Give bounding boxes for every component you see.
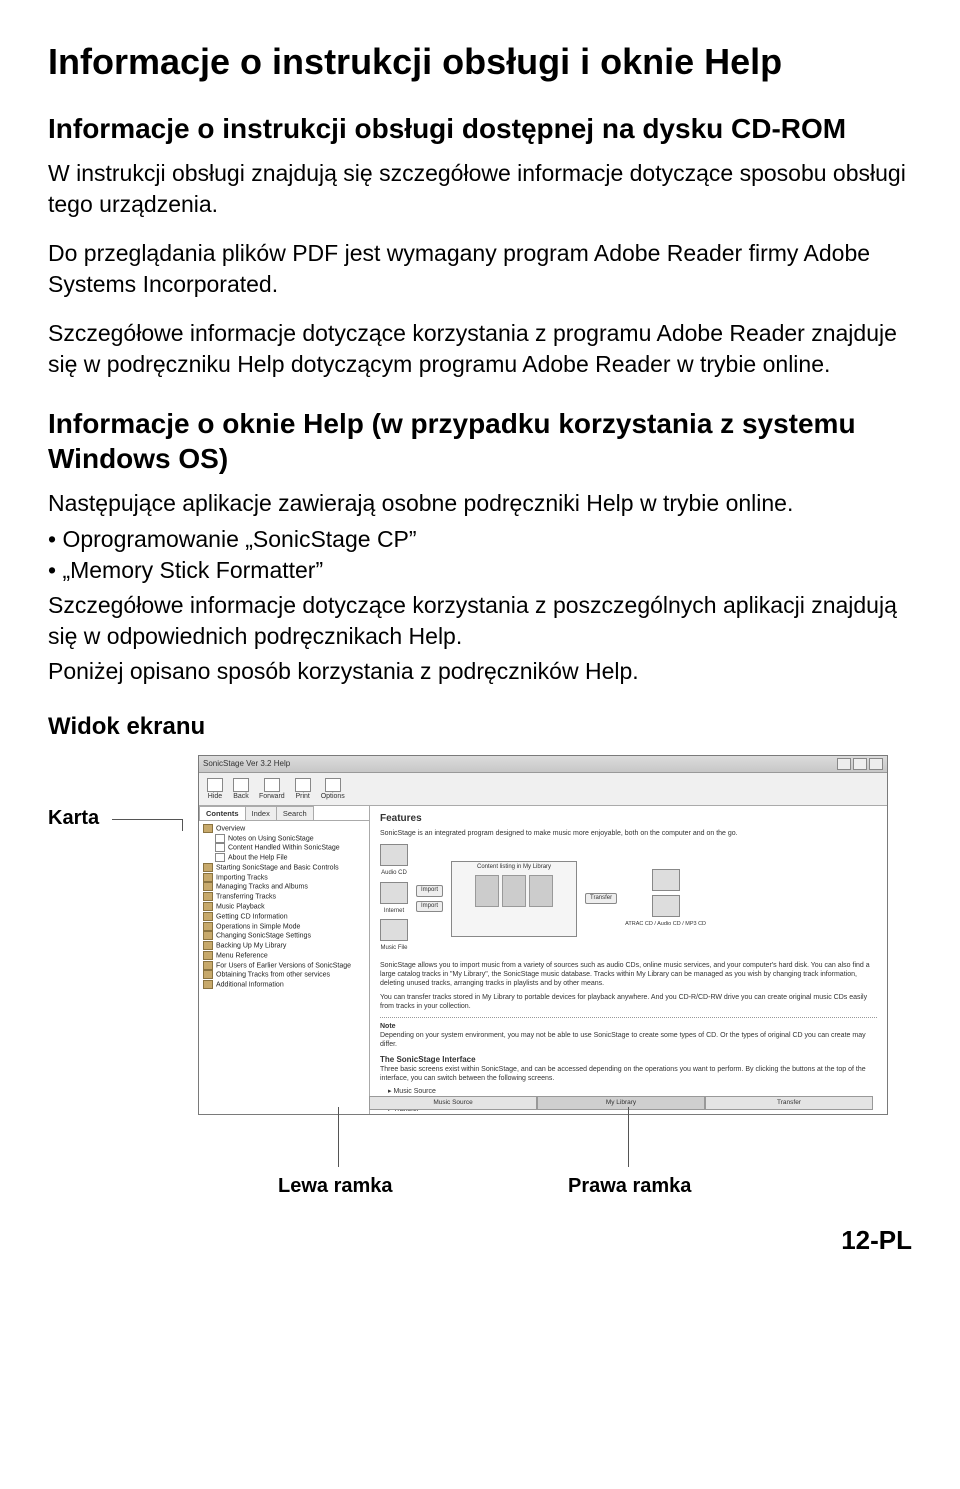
tree-item[interactable]: Notes on Using SonicStage [215, 834, 365, 844]
tree-item[interactable]: Overview [203, 824, 365, 834]
tree-item[interactable]: Starting SonicStage and Basic Controls [203, 863, 365, 873]
content-subheading: The SonicStage Interface [380, 1055, 877, 1065]
list-item: ▸ Music Source [388, 1087, 877, 1096]
section2-heading: Informacje o oknie Help (w przypadku kor… [48, 406, 912, 476]
my-library-box: Content listing in My Library [451, 861, 577, 937]
print-button[interactable]: Print [295, 778, 311, 800]
tab-index[interactable]: Index [245, 806, 277, 820]
diag-label: Audio CD [381, 870, 407, 878]
left-frame: Contents Index Search Overview Notes on … [199, 806, 370, 1115]
content-heading: Features [380, 812, 877, 825]
tree-item[interactable]: Importing Tracks [203, 873, 365, 883]
tree-item[interactable]: About the Help File [215, 853, 365, 863]
tree-item[interactable]: Music Playback [203, 902, 365, 912]
diag-label: ATRAC CD / Audio CD / MP3 CD [625, 921, 706, 928]
content-sub-body: Three basic screens exist within SonicSt… [380, 1065, 877, 1083]
window-title: SonicStage Ver 3.2 Help [203, 759, 290, 768]
tree-item[interactable]: Operations in Simple Mode [203, 922, 365, 932]
back-icon [233, 778, 249, 792]
content-lead: SonicStage is an integrated program desi… [380, 829, 877, 838]
close-icon[interactable] [869, 758, 883, 770]
nav-tabs: Contents Index Search [199, 806, 369, 821]
section2-bullet2: • „Memory Stick Formatter” [48, 555, 912, 586]
right-frame: Features SonicStage is an integrated pro… [370, 806, 887, 1115]
bottom-tab-my-library[interactable]: My Library [537, 1096, 705, 1110]
note-text: Depending on your system environment, yo… [380, 1031, 877, 1049]
import-button[interactable]: Import [416, 901, 443, 913]
maximize-icon[interactable] [853, 758, 867, 770]
prawa-ramka-label: Prawa ramka [568, 1175, 691, 1198]
hide-icon [207, 778, 223, 792]
diag-label: Internet [384, 908, 404, 916]
feature-diagram: Audio CD Internet Music File Import Impo… [380, 844, 877, 953]
section1-heading: Informacje o instrukcji obsługi dostępne… [48, 111, 912, 146]
print-icon [295, 778, 311, 792]
tree-item[interactable]: Changing SonicStage Settings [203, 931, 365, 941]
tree-item[interactable]: Transferring Tracks [203, 892, 365, 902]
page-number: 12-PL [48, 1225, 912, 1256]
tab-search[interactable]: Search [276, 806, 314, 820]
device-icon [652, 869, 680, 891]
leader-line-icon [112, 819, 192, 839]
options-button[interactable]: Options [321, 778, 345, 800]
tree-item[interactable]: Getting CD Information [203, 912, 365, 922]
forward-icon [264, 778, 280, 792]
section1-para3: Szczegółowe informacje dotyczące korzyst… [48, 318, 912, 380]
back-button[interactable]: Back [233, 778, 249, 800]
note-label: Note [380, 1023, 396, 1030]
lewa-ramka-label: Lewa ramka [278, 1175, 393, 1198]
audio-cd-icon [380, 844, 408, 866]
section1-para2: Do przeglądania plików PDF jest wymagany… [48, 238, 912, 300]
leader-line-icon [338, 1107, 339, 1167]
figure: Karta SonicStage Ver 3.2 Help Hide Back … [48, 755, 912, 1185]
tree-item[interactable]: Backing Up My Library [203, 941, 365, 951]
content-body2: You can transfer tracks stored in My Lib… [380, 993, 877, 1011]
window-titlebar: SonicStage Ver 3.2 Help [199, 756, 887, 773]
content-body1: SonicStage allows you to import music fr… [380, 961, 877, 988]
hide-button[interactable]: Hide [207, 778, 223, 800]
minimize-icon[interactable] [837, 758, 851, 770]
forward-button[interactable]: Forward [259, 778, 285, 800]
tree-item[interactable]: For Users of Earlier Versions of SonicSt… [203, 961, 365, 971]
options-icon [325, 778, 341, 792]
music-file-icon [380, 919, 408, 941]
section2-bullet1: • Oprogramowanie „SonicStage CP” [48, 524, 912, 555]
tree-item[interactable]: Additional Information [203, 980, 365, 990]
help-window: SonicStage Ver 3.2 Help Hide Back Forwar… [198, 755, 888, 1115]
leader-line-icon [628, 1107, 629, 1167]
disc-icon [652, 895, 680, 917]
section2-below: Poniżej opisano sposób korzystania z pod… [48, 656, 912, 687]
tree-item[interactable]: Content Handled Within SonicStage [215, 843, 365, 853]
diag-label: Music File [380, 945, 407, 953]
tree-item[interactable]: Obtaining Tracks from other services [203, 970, 365, 980]
contents-tree: Overview Notes on Using SonicStage Conte… [199, 821, 369, 1115]
bottom-tab-transfer[interactable]: Transfer [705, 1096, 873, 1110]
import-button[interactable]: Import [416, 885, 443, 897]
tree-item[interactable]: Managing Tracks and Albums [203, 882, 365, 892]
internet-icon [380, 882, 408, 904]
tab-contents[interactable]: Contents [199, 806, 246, 820]
transfer-button[interactable]: Transfer [585, 893, 617, 905]
tree-item[interactable]: Menu Reference [203, 951, 365, 961]
figure-section-label: Widok ekranu [48, 713, 912, 741]
karta-label: Karta [48, 807, 99, 830]
bottom-tab-music-source[interactable]: Music Source [369, 1096, 537, 1110]
section2-intro: Następujące aplikacje zawierają osobne p… [48, 488, 912, 519]
help-toolbar: Hide Back Forward Print Options [199, 773, 887, 806]
section1-para1: W instrukcji obsługi znajdują się szczeg… [48, 158, 912, 220]
bottom-tabs: Music Source My Library Transfer [369, 1096, 873, 1110]
diag-center-label: Content listing in My Library [454, 864, 574, 872]
page-title: Informacje o instrukcji obsługi i oknie … [48, 40, 912, 83]
section2-detail: Szczegółowe informacje dotyczące korzyst… [48, 590, 912, 652]
